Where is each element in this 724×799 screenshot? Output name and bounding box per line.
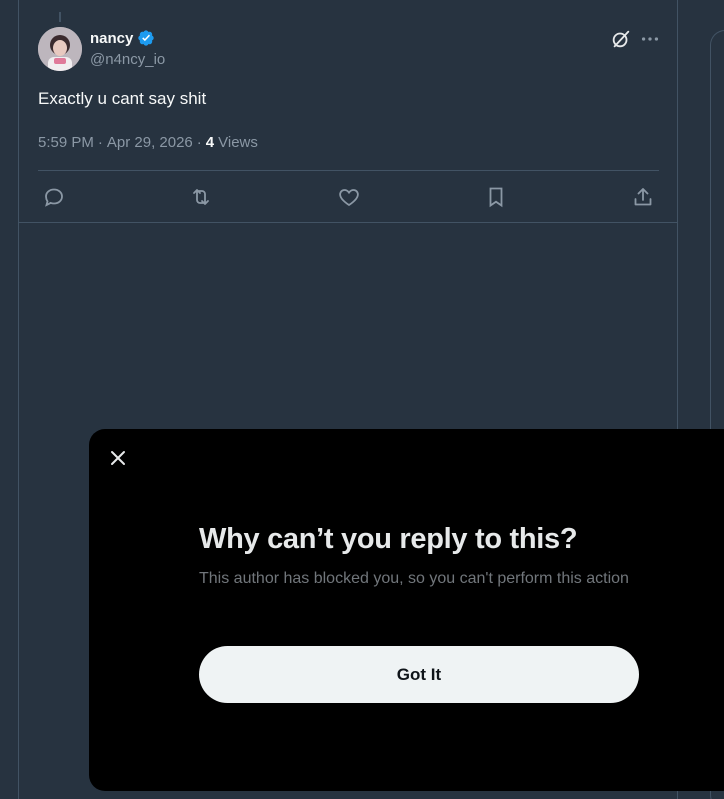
close-button[interactable] xyxy=(106,446,130,470)
divider xyxy=(38,170,659,171)
like-button[interactable] xyxy=(337,185,361,209)
retweet-button[interactable] xyxy=(189,185,213,209)
avatar-image xyxy=(38,27,82,71)
views-count: 4 xyxy=(205,134,215,151)
bookmark-button[interactable] xyxy=(484,185,508,209)
meta-separator: · xyxy=(97,134,103,151)
more-icon[interactable] xyxy=(639,28,661,50)
avatar[interactable] xyxy=(38,27,82,71)
grok-icon[interactable] xyxy=(610,28,632,50)
reply-icon xyxy=(45,188,63,207)
like-icon xyxy=(339,189,359,207)
cannot-reply-dialog: Why can’t you reply to this? This author… xyxy=(89,429,724,791)
share-icon xyxy=(634,188,652,206)
tweet-time[interactable]: 5:59 PM xyxy=(38,134,94,151)
tweet-date[interactable]: Apr 29, 2026 xyxy=(107,134,193,151)
tweet-meta: 5:59 PM · Apr 29, 2026 · 4 Views xyxy=(38,134,258,151)
close-icon xyxy=(111,451,125,465)
author-name-row[interactable]: nancy xyxy=(90,29,155,47)
retweet-icon xyxy=(193,189,209,205)
tweet-text: Exactly u cant say shit xyxy=(38,89,207,108)
dialog-title: Why can’t you reply to this? xyxy=(199,523,578,555)
page: nancy @n4ncy_io Exactly u cant say shit … xyxy=(0,0,724,799)
reply-button[interactable] xyxy=(42,185,66,209)
views-label: Views xyxy=(218,134,258,151)
thread-line xyxy=(59,12,61,22)
got-it-button[interactable]: Got It xyxy=(199,646,639,703)
meta-separator: · xyxy=(196,134,202,151)
tweet: nancy @n4ncy_io Exactly u cant say shit … xyxy=(19,0,677,223)
verified-badge-icon xyxy=(138,30,155,46)
handle[interactable]: @n4ncy_io xyxy=(90,51,165,68)
bookmark-icon xyxy=(489,187,503,208)
dialog-body: This author has blocked you, so you can'… xyxy=(199,570,629,587)
display-name[interactable]: nancy xyxy=(90,30,133,47)
share-button[interactable] xyxy=(631,185,655,209)
